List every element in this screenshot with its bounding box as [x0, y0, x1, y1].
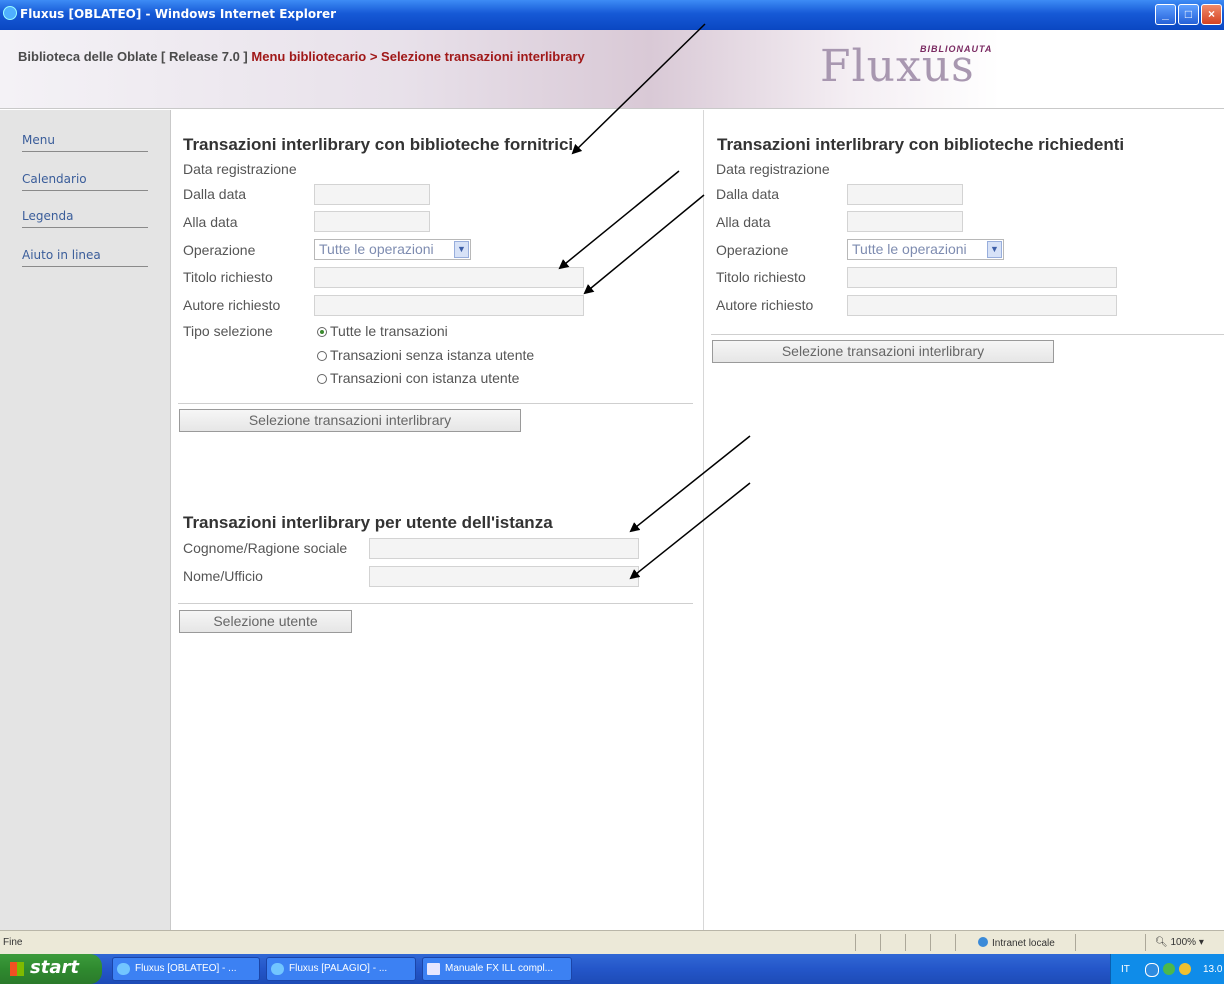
- status-bar: Fine Intranet locale 🔍︎ 100% ▾: [0, 930, 1224, 955]
- security-icon[interactable]: [1163, 963, 1175, 975]
- network-icon[interactable]: [1145, 963, 1159, 977]
- security-zone: Intranet locale: [978, 937, 1055, 949]
- annotation-arrows: [558, 23, 751, 580]
- language-indicator[interactable]: IT: [1121, 964, 1130, 975]
- system-tray: IT 13.0: [1110, 954, 1224, 984]
- annotation-arrow: [558, 170, 680, 270]
- annotation-arrow: [629, 435, 751, 533]
- taskbar-item-fluxus-palagio[interactable]: Fluxus [PALAGIO] - ...: [266, 957, 416, 981]
- status-text: Fine: [3, 937, 23, 948]
- start-button[interactable]: start: [0, 954, 102, 984]
- annotation-arrow: [629, 482, 751, 580]
- clock: 13.0: [1203, 964, 1223, 975]
- taskbar-item-fluxus-oblateo[interactable]: Fluxus [OBLATEO] - ...: [112, 957, 260, 981]
- globe-icon: [978, 937, 988, 947]
- internet-explorer-icon: [117, 963, 130, 975]
- zoom-level[interactable]: 🔍︎ 100% ▾: [1155, 937, 1204, 948]
- annotation-arrow: [571, 23, 706, 155]
- taskbar: start Fluxus [OBLATEO] - ... Fluxus [PAL…: [0, 954, 1224, 984]
- windows-logo-icon: [10, 962, 24, 976]
- zoom-icon: 🔍︎: [1155, 937, 1168, 948]
- annotation-arrow: [583, 194, 705, 295]
- document-icon: [427, 963, 440, 975]
- taskbar-item-manuale[interactable]: Manuale FX ILL compl...: [422, 957, 572, 981]
- internet-explorer-icon: [271, 963, 284, 975]
- tray-icon[interactable]: [1179, 963, 1191, 975]
